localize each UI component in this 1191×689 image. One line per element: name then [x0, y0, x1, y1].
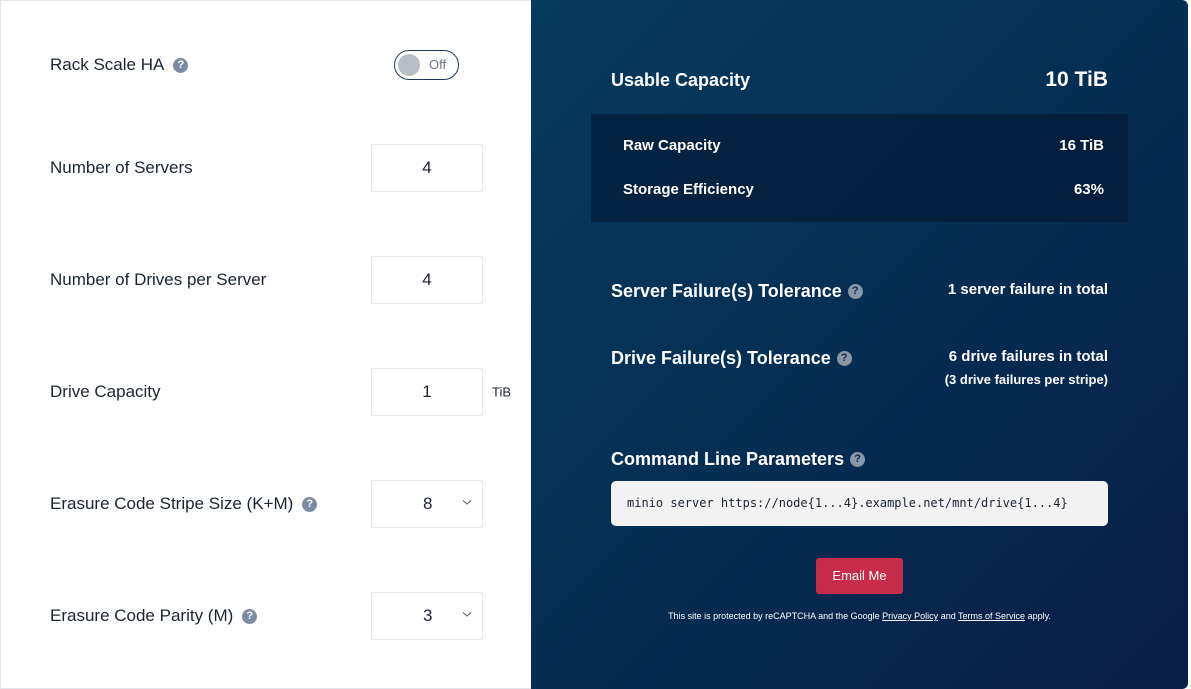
- server-tolerance-heading: Server Failure(s) Tolerance ?: [611, 281, 863, 302]
- drive-tolerance-value: 6 drive failures in total: [948, 348, 1108, 365]
- help-icon[interactable]: ?: [850, 452, 866, 467]
- stripe-size-row: Erasure Code Stripe Size (K+M) ? 8: [1, 480, 532, 528]
- terms-of-service-link[interactable]: Terms of Service: [958, 611, 1025, 621]
- parity-value: 3: [423, 606, 433, 625]
- recaptcha-prefix: This site is protected by reCAPTCHA and …: [668, 611, 883, 621]
- email-me-button[interactable]: Email Me: [816, 558, 903, 594]
- stripe-size-select[interactable]: 8: [371, 480, 483, 528]
- results-panel: Usable Capacity 10 TiB Raw Capacity 16 T…: [531, 0, 1188, 689]
- privacy-policy-link[interactable]: Privacy Policy: [882, 611, 938, 621]
- storage-efficiency-label: Storage Efficiency: [623, 181, 754, 198]
- usable-capacity-label: Usable Capacity: [611, 70, 751, 90]
- parity-select[interactable]: 3: [371, 592, 483, 640]
- command-line-heading: Command Line Parameters ?: [611, 449, 866, 470]
- drive-capacity-unit: TiB: [492, 384, 512, 400]
- servers-row: Number of Servers 4: [1, 144, 532, 192]
- parity-row: Erasure Code Parity (M) ? 3: [1, 592, 532, 640]
- usable-capacity-value: 10 TiB: [1045, 68, 1108, 91]
- configuration-panel: Rack Scale HA ? Off Number of Servers 4 …: [0, 0, 531, 689]
- drive-tolerance-subtext: (3 drive failures per stripe): [944, 372, 1108, 387]
- command-line-label: Command Line Parameters: [611, 449, 845, 469]
- recaptcha-notice: This site is protected by reCAPTCHA and …: [531, 611, 1188, 621]
- help-icon[interactable]: ?: [847, 284, 863, 299]
- help-icon[interactable]: ?: [242, 608, 258, 624]
- chevron-down-icon: [462, 612, 472, 617]
- servers-label: Number of Servers: [50, 158, 193, 177]
- server-tolerance-value: 1 server failure in total: [947, 281, 1108, 298]
- raw-capacity-value: 16 TiB: [1059, 137, 1104, 154]
- toggle-knob: [398, 54, 420, 76]
- servers-input[interactable]: 4: [371, 144, 483, 192]
- drives-label: Number of Drives per Server: [50, 270, 267, 289]
- drives-input[interactable]: 4: [371, 256, 483, 304]
- raw-capacity-label: Raw Capacity: [623, 137, 721, 154]
- rack-scale-ha-toggle[interactable]: Off: [394, 50, 459, 80]
- stripe-size-label: Erasure Code Stripe Size (K+M): [50, 494, 294, 513]
- help-icon[interactable]: ?: [836, 351, 852, 366]
- drive-capacity-input[interactable]: 1: [371, 368, 483, 416]
- parity-label: Erasure Code Parity (M): [50, 606, 234, 625]
- drive-capacity-label: Drive Capacity: [50, 382, 161, 401]
- drive-tolerance-heading: Drive Failure(s) Tolerance ?: [611, 348, 852, 369]
- drive-tolerance-label: Drive Failure(s) Tolerance: [611, 348, 831, 368]
- recaptcha-and: and: [938, 611, 959, 621]
- stripe-size-value: 8: [423, 494, 433, 513]
- help-icon[interactable]: ?: [302, 496, 318, 512]
- storage-efficiency-row: Storage Efficiency 63%: [623, 181, 1104, 198]
- chevron-down-icon: [462, 500, 472, 505]
- storage-efficiency-value: 63%: [1073, 181, 1104, 198]
- drive-capacity-row: Drive Capacity 1 TiB: [1, 368, 532, 416]
- drives-row: Number of Drives per Server 4: [1, 256, 532, 304]
- recaptcha-suffix: apply.: [1025, 611, 1051, 621]
- toggle-state-label: Off: [429, 57, 447, 72]
- server-tolerance-label: Server Failure(s) Tolerance: [611, 281, 842, 301]
- help-icon[interactable]: ?: [173, 57, 189, 73]
- raw-capacity-row: Raw Capacity 16 TiB: [623, 137, 1104, 154]
- command-line-box[interactable]: minio server https://node{1...4}.example…: [611, 481, 1108, 526]
- rack-scale-ha-label: Rack Scale HA: [50, 55, 165, 74]
- capacity-summary-box: Raw Capacity 16 TiB Storage Efficiency 6…: [591, 114, 1128, 222]
